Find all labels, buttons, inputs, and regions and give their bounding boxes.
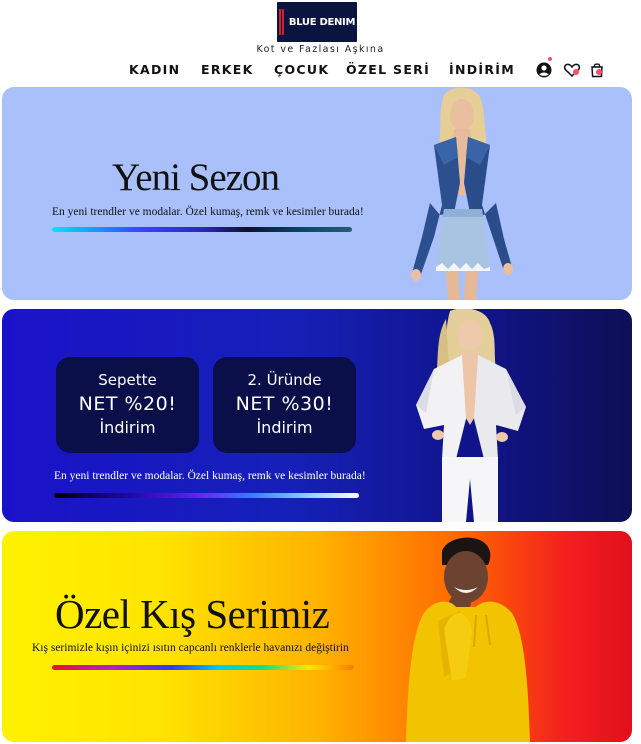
banner-subtitle: Kış serimizle kışın içinizi ısıtın capca…: [32, 642, 349, 654]
promo-line3: İndirim: [256, 418, 313, 437]
heart-icon[interactable]: [563, 61, 581, 79]
banner-winter-series[interactable]: Özel Kış Serimiz Kış serimizle kışın içi…: [2, 531, 632, 742]
cart-badge: [596, 69, 602, 75]
user-badge: [548, 57, 552, 61]
banner-title: Yeni Sezon: [112, 156, 280, 199]
banner-subtitle: En yeni trendler ve modalar. Özel kumaş,…: [54, 470, 366, 482]
wishlist-badge: [573, 69, 579, 75]
model-photo-denim-woman: [411, 87, 513, 300]
nav-item-ozel-seri[interactable]: ÖZEL SERİ: [346, 62, 430, 77]
logo-text: BLUE DENIM: [288, 16, 356, 28]
shopping-bag-icon[interactable]: [588, 61, 606, 79]
nav-item-erkek[interactable]: ERKEK: [201, 62, 254, 77]
model-photo-yellow-hoodie-man: [406, 537, 530, 742]
promo-line2: NET %20!: [78, 393, 177, 415]
banner-discount[interactable]: Sepette NET %20! İndirim 2. Üründe NET %…: [2, 309, 632, 522]
promo-box-cart-discount[interactable]: Sepette NET %20! İndirim: [56, 357, 199, 453]
promo-line1: 2. Üründe: [247, 371, 322, 389]
promo-line1: Sepette: [98, 371, 157, 389]
nav-item-indirim[interactable]: İNDİRİM: [449, 62, 515, 77]
banner-title: Özel Kış Serimiz: [55, 591, 330, 637]
user-icon[interactable]: [535, 57, 553, 79]
brand-logo[interactable]: BLUE DENIM: [277, 2, 357, 42]
promo-line3: İndirim: [99, 418, 156, 437]
brand-tagline: Kot ve Fazlası Aşkına: [256, 44, 385, 55]
banner-subtitle: En yeni trendler ve modalar. Özel kumaş,…: [52, 206, 364, 218]
gradient-divider: [54, 493, 359, 498]
gradient-divider: [52, 665, 354, 670]
banner-new-season[interactable]: Yeni Sezon En yeni trendler ve modalar. …: [2, 87, 632, 300]
promo-box-second-item[interactable]: 2. Üründe NET %30! İndirim: [213, 357, 356, 453]
nav-item-cocuk[interactable]: ÇOCUK: [274, 62, 329, 77]
logo-mark: [278, 9, 285, 35]
nav-item-kadin[interactable]: KADIN: [129, 62, 180, 77]
promo-line2: NET %30!: [235, 393, 334, 415]
model-photo-white-outfit-woman: [416, 309, 526, 522]
gradient-divider: [52, 227, 352, 232]
